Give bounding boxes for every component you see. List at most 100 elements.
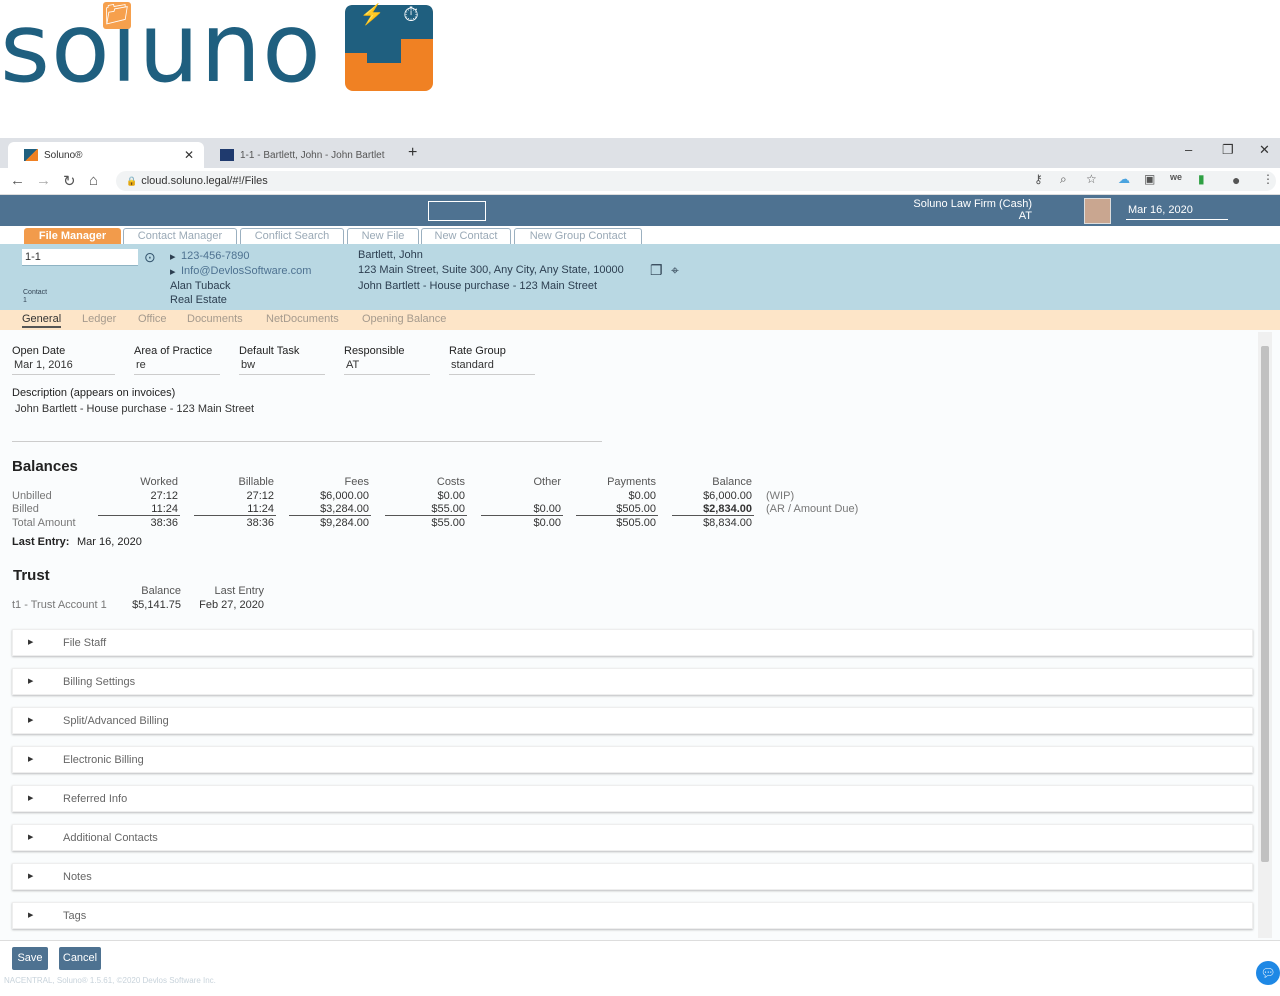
description-label: Description (appears on invoices) — [12, 387, 176, 399]
col-billable: Billable — [238, 476, 274, 488]
timer-icon[interactable]: ⏱ — [397, 2, 425, 29]
new-tab-button[interactable]: + — [408, 144, 417, 162]
area-of-practice-field[interactable]: re — [134, 359, 220, 375]
phone-link[interactable]: 123-456-7890 — [181, 250, 250, 262]
close-icon[interactable]: ✕ — [184, 148, 194, 162]
avatar[interactable] — [1084, 198, 1111, 224]
extension-q-icon[interactable]: ▣ — [1144, 172, 1155, 186]
last-entry-value: Mar 16, 2020 — [77, 536, 142, 548]
panel-title: Notes — [63, 871, 92, 883]
browser-tab-soluno[interactable]: Soluno® ✕ — [8, 142, 204, 168]
panel-electronic-billing[interactable]: ▶ Electronic Billing — [12, 746, 1253, 773]
panel-split-advanced-billing[interactable]: ▶ Split/Advanced Billing — [12, 707, 1253, 734]
table-cell: $2,834.00 — [703, 503, 752, 515]
scrollbar-thumb[interactable] — [1261, 346, 1269, 862]
cloud-icon[interactable]: ☁ — [1118, 172, 1130, 186]
table-cell: $6,000.00 — [703, 490, 752, 502]
panel-additional-contacts[interactable]: ▶ Additional Contacts — [12, 824, 1253, 851]
key-icon[interactable]: ⚷ — [1034, 172, 1043, 186]
file-manager-icon[interactable]: 📁︎ — [103, 2, 131, 29]
tab-new-file[interactable]: New File — [347, 228, 419, 244]
timer-display[interactable] — [428, 201, 486, 221]
home-icon[interactable]: ⌂ — [89, 172, 98, 189]
quick-entry-icon[interactable]: ⚡ — [358, 2, 386, 29]
map-pin-icon[interactable]: ⌖ — [671, 262, 679, 279]
subtab-documents[interactable]: Documents — [187, 313, 243, 325]
payments-icon[interactable]: $ — [316, 2, 344, 29]
subtab-general[interactable]: General — [22, 313, 62, 328]
row-label-total: Total Amount — [12, 517, 76, 529]
table-cell: 11:24 — [247, 503, 274, 515]
bank-icon[interactable]: ⌂ — [188, 2, 216, 29]
go-icon[interactable]: ⊙ — [144, 249, 156, 266]
menu-icon[interactable]: ⋮ — [1262, 172, 1274, 186]
caret-right-icon: ▶ — [28, 678, 34, 685]
profile-icon[interactable]: ● — [1232, 172, 1240, 188]
panel-notes[interactable]: ▶ Notes — [12, 863, 1253, 890]
forward-icon[interactable]: → — [36, 172, 51, 189]
table-cell: $0.00 — [628, 490, 656, 502]
url-field[interactable]: 🔒 cloud.soluno.legal/#!/Files — [116, 171, 1276, 191]
responsible-field[interactable]: AT — [344, 359, 430, 375]
client-address: 123 Main Street, Suite 300, Any City, An… — [358, 264, 624, 276]
caret-right-icon: ▶ — [28, 873, 34, 880]
battery-icon[interactable]: ▮ — [1198, 172, 1205, 186]
subtab-opening-balance[interactable]: Opening Balance — [362, 313, 446, 325]
chat-icon[interactable]: 💬︎ — [1256, 961, 1280, 985]
default-task-field[interactable]: bw — [239, 359, 325, 375]
current-date[interactable]: Mar 16, 2020 — [1126, 202, 1228, 220]
window-close-icon[interactable]: ✕ — [1259, 142, 1270, 158]
description-textarea[interactable]: John Bartlett - House purchase - 123 Mai… — [12, 401, 602, 442]
extension-we-icon[interactable]: we — [1170, 172, 1182, 182]
file-number-input[interactable]: 1-1 — [22, 249, 138, 266]
table-cell: $9,284.00 — [320, 517, 369, 529]
panel-file-staff[interactable]: ▶ File Staff — [12, 629, 1253, 656]
default-task-label: Default Task — [239, 345, 300, 357]
email-link[interactable]: Info@DevlosSoftware.com — [181, 265, 311, 277]
panel-billing-settings[interactable]: ▶ Billing Settings — [12, 668, 1253, 695]
minimize-icon[interactable]: – — [1185, 142, 1192, 157]
divider — [576, 515, 658, 516]
col-other: Other — [533, 476, 561, 488]
dashboard-icon[interactable]: ▦ — [62, 2, 90, 29]
invoice-icon[interactable]: ✉ — [231, 2, 259, 29]
caret-right-icon: ▶ — [28, 639, 34, 646]
add-icon[interactable]: ⊕ — [146, 2, 174, 29]
open-date-field[interactable]: Mar 1, 2016 — [12, 359, 115, 375]
subtab-office[interactable]: Office — [138, 313, 167, 325]
panel-tags[interactable]: ▶ Tags — [12, 902, 1253, 929]
browser-tab-title: 1-1 - Bartlett, John - John Bartlet — [240, 149, 385, 161]
divider — [481, 515, 563, 516]
documents-icon[interactable]: ▤ — [273, 2, 301, 29]
reload-icon[interactable]: ↻ — [63, 172, 76, 190]
cancel-button[interactable]: Cancel — [59, 947, 101, 970]
rate-group-label: Rate Group — [449, 345, 506, 357]
tab-file-manager[interactable]: File Manager — [24, 228, 121, 244]
tab-new-contact[interactable]: New Contact — [421, 228, 511, 244]
matter-description: John Bartlett - House purchase - 123 Mai… — [358, 280, 598, 292]
save-button[interactable]: Save — [12, 947, 48, 970]
power-icon[interactable]: ⏻ — [1245, 2, 1273, 29]
col-worked: Worked — [140, 476, 178, 488]
soluno-favicon-icon — [24, 149, 38, 161]
panel-referred-info[interactable]: ▶ Referred Info — [12, 785, 1253, 812]
tab-conflict-search[interactable]: Conflict Search — [240, 228, 344, 244]
subtab-ledger[interactable]: Ledger — [82, 313, 116, 325]
trust-col-balance: Balance — [141, 585, 181, 597]
star-icon[interactable]: ☆ — [1086, 172, 1097, 186]
tab-contact-manager[interactable]: Contact Manager — [123, 228, 237, 244]
settings-gear-icon[interactable]: ⚙ — [1042, 2, 1070, 29]
panel-title: Billing Settings — [63, 676, 136, 688]
subtab-netdocuments[interactable]: NetDocuments — [266, 313, 339, 325]
rate-group-field[interactable]: standard — [449, 359, 535, 375]
panel-title: Additional Contacts — [63, 832, 158, 844]
restore-icon[interactable]: ❐ — [1222, 142, 1234, 158]
back-icon[interactable]: ← — [10, 172, 25, 189]
bell-icon[interactable]: 🔔︎ — [18, 2, 46, 29]
table-cell: 27:12 — [246, 490, 274, 502]
copy-icon[interactable]: ❐ — [650, 262, 663, 279]
tab-new-group-contact[interactable]: New Group Contact — [514, 228, 642, 244]
browser-tab-file[interactable]: 1-1 - Bartlett, John - John Bartlet — [204, 142, 394, 168]
trust-account-name: t1 - Trust Account 1 — [12, 599, 107, 611]
zoom-icon[interactable]: ⌕ — [1060, 172, 1067, 187]
